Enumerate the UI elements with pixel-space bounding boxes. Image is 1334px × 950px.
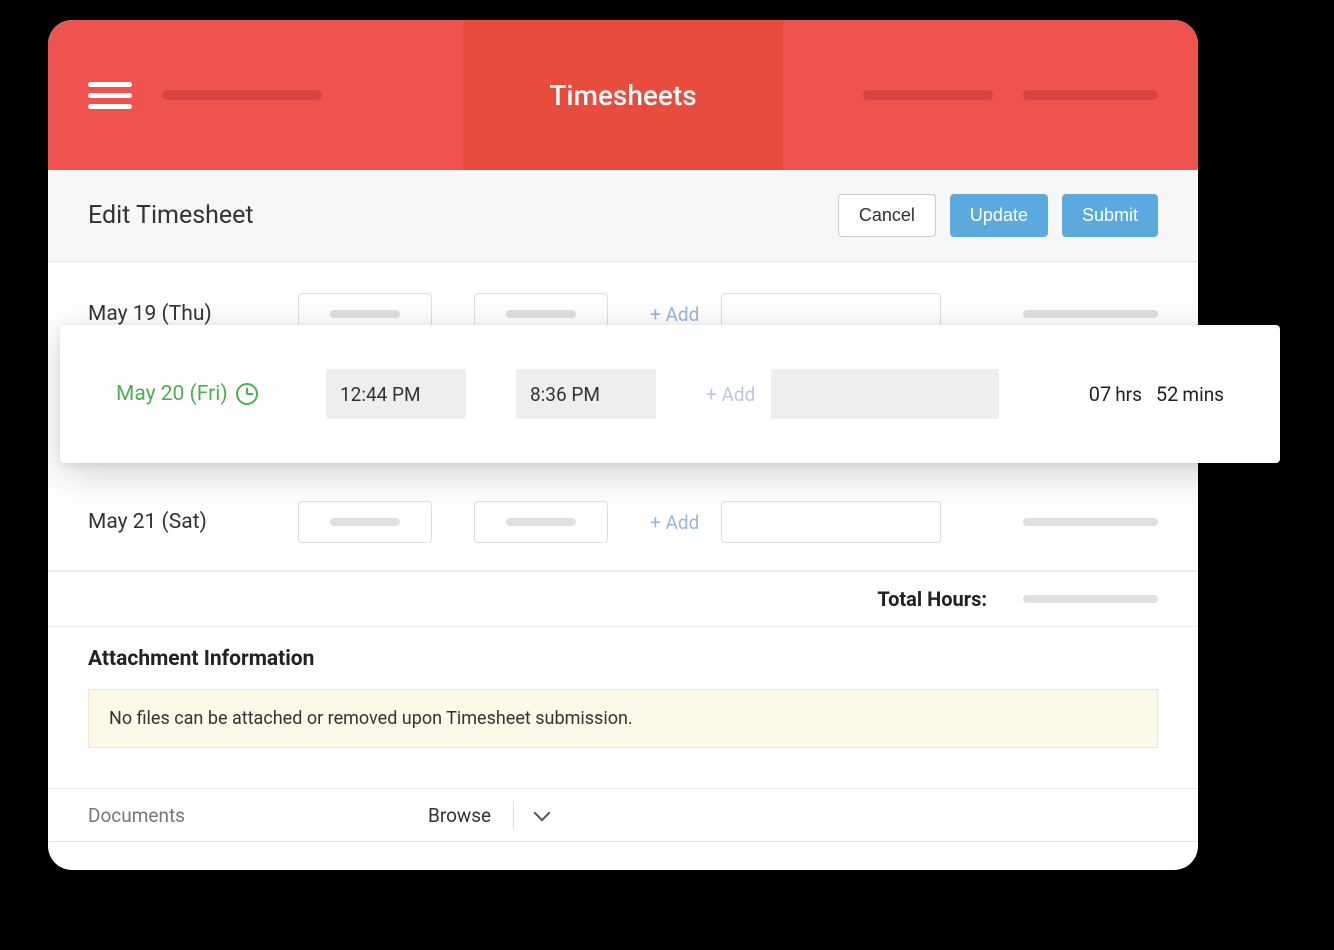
update-button[interactable]: Update [950,194,1048,237]
header-title: Timesheets [549,79,696,112]
day-label-text: May 20 (Fri) [116,382,228,406]
header-left [48,82,463,109]
row-hours-placeholder [1023,310,1158,318]
browse-control[interactable]: Browse [428,801,548,829]
clock-icon [236,383,258,405]
add-entry-link[interactable]: + Add [650,511,699,534]
browse-label: Browse [428,804,491,827]
add-entry-link[interactable]: + Add [706,383,755,406]
notes-input[interactable] [771,369,999,419]
cancel-button[interactable]: Cancel [838,194,936,237]
timesheet-row-featured: May 20 (Fri) 12:44 PM 8:36 PM + Add 07hr… [60,325,1280,463]
action-buttons: Cancel Update Submit [838,194,1158,237]
subheader: Edit Timesheet Cancel Update Submit [48,170,1198,262]
day-label: May 21 (Sat) [88,510,298,534]
day-label-active: May 20 (Fri) [116,382,326,406]
documents-label: Documents [88,804,428,827]
header-placeholder [162,90,322,100]
mins-value: 52 [1156,382,1178,406]
timesheet-row: May 21 (Sat) + Add [48,490,1198,554]
total-hours-label: Total Hours: [877,587,987,611]
end-time-input[interactable] [474,501,608,543]
page-title: Edit Timesheet [88,201,254,230]
submit-button[interactable]: Submit [1062,194,1158,237]
attachment-title: Attachment Information [88,647,1158,671]
app-header: Timesheets [48,20,1198,170]
start-time-input[interactable]: 12:44 PM [326,369,466,419]
notes-input[interactable] [721,501,941,543]
start-time-input[interactable] [298,501,432,543]
totals-row: Total Hours: [48,571,1198,627]
hours-value: 07 [1089,382,1111,406]
header-tab-active[interactable]: Timesheets [463,20,783,170]
add-entry-link[interactable]: + Add [650,303,699,326]
hours-unit: hrs [1115,383,1142,406]
header-placeholder [863,90,993,100]
attachment-warning: No files can be attached or removed upon… [88,689,1158,748]
attachment-section: Attachment Information No files can be a… [48,627,1198,748]
chevron-down-icon [534,805,551,822]
total-hours-placeholder [1023,595,1158,603]
documents-row: Documents Browse [48,788,1198,842]
mins-unit: mins [1182,383,1224,406]
end-time-input[interactable]: 8:36 PM [516,369,656,419]
day-label: May 19 (Thu) [88,302,298,326]
menu-icon[interactable] [88,82,132,109]
separator [513,801,514,829]
row-hours-placeholder [1023,518,1158,526]
row-duration: 07hrs 52mins [1089,382,1224,406]
header-right [783,90,1198,100]
header-placeholder [1023,90,1158,100]
